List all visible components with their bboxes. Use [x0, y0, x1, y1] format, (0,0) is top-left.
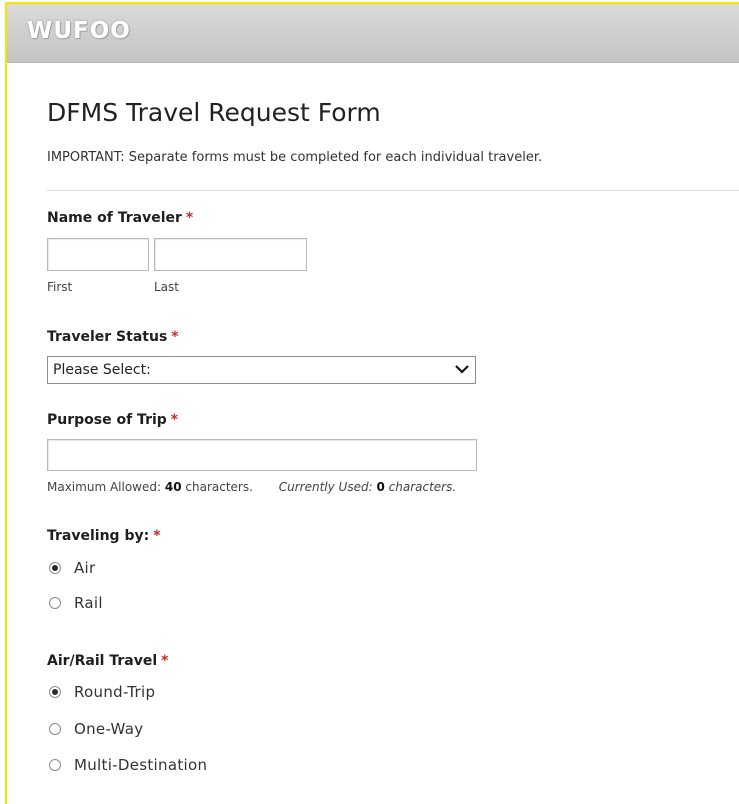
used-suffix: characters. [388, 480, 457, 494]
required-asterisk: * [161, 653, 169, 669]
radio-label: Round-Trip [74, 683, 156, 701]
max-characters: 40 [164, 480, 182, 494]
form-description: IMPORTANT: Separate forms must be comple… [47, 150, 543, 165]
field-label-text: Purpose of Trip [47, 412, 167, 428]
first-name-input[interactable] [47, 238, 149, 271]
form-window: WUFOO DFMS Travel Request Form IMPORTANT… [5, 2, 739, 804]
traveler-status-select[interactable]: Please Select: [47, 356, 476, 384]
required-asterisk: * [170, 412, 179, 428]
radio-option-round-trip[interactable]: Round-Trip [49, 681, 155, 703]
required-asterisk: * [171, 329, 179, 345]
wufoo-logo: WUFOO [27, 18, 131, 44]
radio-option-multi-destination[interactable]: Multi-Destination [49, 754, 207, 776]
first-name-sublabel: First [47, 280, 73, 294]
chevron-down-icon [455, 365, 469, 374]
radio-label: Multi-Destination [74, 756, 208, 774]
radio-button[interactable] [49, 759, 61, 771]
radio-label: Rail [74, 594, 103, 612]
radio-label: Air [74, 559, 96, 577]
used-prefix: Currently Used: [278, 480, 373, 494]
radio-option-air[interactable]: Air [49, 557, 96, 579]
max-suffix: characters. [185, 480, 253, 494]
field-label-text: Air/Rail Travel [47, 653, 158, 669]
radio-button-checked[interactable] [49, 562, 61, 574]
radio-option-one-way[interactable]: One-Way [49, 718, 143, 740]
field-label-text: Traveler Status [47, 329, 168, 345]
character-counter: Maximum Allowed: 40 characters. Currentl… [47, 480, 456, 494]
required-asterisk: * [153, 528, 161, 544]
used-characters: 0 [376, 480, 385, 494]
radio-label: One-Way [74, 720, 144, 738]
divider [47, 190, 739, 191]
field-label-text: Name of Traveler [47, 210, 182, 226]
last-name-sublabel: Last [154, 280, 179, 294]
radio-option-rail[interactable]: Rail [49, 592, 103, 614]
name-of-traveler-label: Name of Traveler * [47, 210, 193, 226]
max-prefix: Maximum Allowed: [47, 480, 162, 494]
radio-button[interactable] [49, 723, 61, 735]
field-label-text: Traveling by: [47, 528, 150, 544]
currently-used: Currently Used: 0 characters. [279, 480, 456, 494]
air-rail-travel-label: Air/Rail Travel * [47, 653, 168, 669]
purpose-of-trip-input[interactable] [47, 439, 477, 471]
purpose-of-trip-label: Purpose of Trip * [47, 412, 178, 428]
form-title: DFMS Travel Request Form [47, 98, 381, 127]
required-asterisk: * [185, 210, 194, 226]
radio-button[interactable] [49, 597, 61, 609]
app-header: WUFOO [7, 4, 739, 63]
select-value: Please Select: [53, 362, 151, 378]
last-name-input[interactable] [154, 238, 307, 271]
traveling-by-label: Traveling by: * [47, 528, 161, 544]
radio-button-checked[interactable] [49, 686, 61, 698]
traveler-status-label: Traveler Status * [47, 329, 179, 345]
